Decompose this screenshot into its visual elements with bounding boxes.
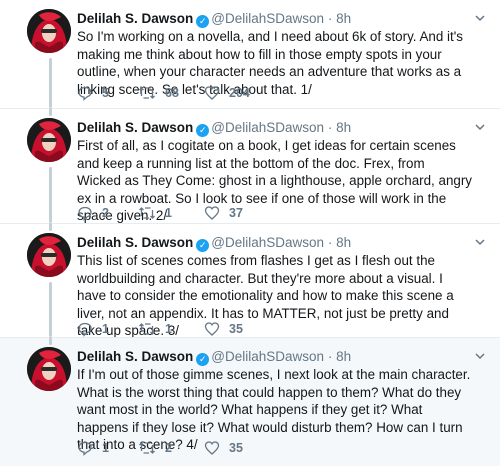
thread-connector-line <box>49 282 52 337</box>
thread-connector-line <box>49 167 52 223</box>
tweet-2[interactable]: Delilah S. Dawson ✓ @DelilahSDawson · 8h F… <box>0 108 500 224</box>
reply-icon <box>78 322 92 337</box>
retweet-button[interactable]: 1 <box>138 320 172 338</box>
reply-button[interactable]: 2 <box>77 204 109 222</box>
tweet-thread: Delilah S. Dawson ✓ @DelilahSDawson · 8h S… <box>0 0 500 466</box>
reply-icon <box>78 441 92 456</box>
avatar[interactable] <box>27 233 71 277</box>
timestamp[interactable]: 8h <box>336 11 351 26</box>
chevron-down-icon[interactable] <box>474 236 486 248</box>
heart-icon <box>204 441 220 455</box>
like-button[interactable]: 35 <box>204 320 243 338</box>
avatar[interactable] <box>27 118 71 162</box>
separator-dot: · <box>327 349 333 364</box>
tweet-text: If I'm out of those gimme scenes, I next… <box>77 367 471 453</box>
avatar-image <box>27 118 71 162</box>
tweet-header: Delilah S. Dawson ✓ @DelilahSDawson · 8h <box>77 10 470 28</box>
reply-icon <box>78 206 92 221</box>
reply-button[interactable]: 1 <box>77 320 109 338</box>
author-handle[interactable]: @DelilahSDawson <box>211 11 324 26</box>
tweet-3[interactable]: Delilah S. Dawson ✓ @DelilahSDawson · 8h T… <box>0 223 500 339</box>
author-name[interactable]: Delilah S. Dawson <box>77 349 193 364</box>
thread-connector-line <box>49 337 52 345</box>
thread-connector-line <box>49 108 52 116</box>
reply-count: 5 <box>102 86 109 100</box>
chevron-down-icon[interactable] <box>474 350 486 362</box>
author-handle[interactable]: @DelilahSDawson <box>211 235 324 250</box>
author-handle[interactable]: @DelilahSDawson <box>211 120 324 135</box>
like-count: 35 <box>229 441 243 455</box>
tweet-text: First of all, as I cogitate on a book, I… <box>77 138 472 224</box>
reply-count: 2 <box>102 206 109 220</box>
timestamp[interactable]: 8h <box>336 235 351 250</box>
author-name[interactable]: Delilah S. Dawson <box>77 11 193 26</box>
retweet-count: 1 <box>165 322 172 336</box>
like-count: 37 <box>229 206 243 220</box>
like-button[interactable]: 35 <box>204 439 243 457</box>
retweet-icon <box>139 87 155 99</box>
tweet-4[interactable]: Delilah S. Dawson ✓ @DelilahSDawson · 8h I… <box>0 337 500 466</box>
tweet-1[interactable]: Delilah S. Dawson ✓ @DelilahSDawson · 8h S… <box>0 0 500 108</box>
retweet-button[interactable]: 1 <box>138 204 172 222</box>
like-button[interactable]: 37 <box>204 204 243 222</box>
reply-button[interactable]: 1 <box>77 439 109 457</box>
avatar-image <box>27 233 71 277</box>
verified-badge-icon: ✓ <box>196 15 210 28</box>
like-count: 204 <box>229 86 250 100</box>
reply-icon <box>78 86 92 101</box>
chevron-down-icon[interactable] <box>474 121 486 133</box>
verified-badge-icon: ✓ <box>196 353 210 366</box>
author-name[interactable]: Delilah S. Dawson <box>77 120 193 135</box>
tweet-header: Delilah S. Dawson ✓ @DelilahSDawson · 8h <box>77 119 470 137</box>
separator-dot: · <box>327 120 333 135</box>
tweet-header: Delilah S. Dawson ✓ @DelilahSDawson · 8h <box>77 234 470 252</box>
retweet-icon <box>139 323 155 335</box>
tweet-header: Delilah S. Dawson ✓ @DelilahSDawson · 8h <box>77 348 470 366</box>
tweet-text: This list of scenes comes from flashes I… <box>77 253 454 339</box>
retweet-count: 68 <box>165 86 179 100</box>
author-handle[interactable]: @DelilahSDawson <box>211 349 324 364</box>
retweet-button[interactable]: 68 <box>138 84 179 102</box>
timestamp[interactable]: 8h <box>336 349 351 364</box>
chevron-down-icon[interactable] <box>474 12 486 24</box>
verified-badge-icon: ✓ <box>196 239 210 252</box>
author-name[interactable]: Delilah S. Dawson <box>77 235 193 250</box>
like-button[interactable]: 204 <box>204 84 250 102</box>
separator-dot: · <box>327 235 333 250</box>
thread-connector-line <box>49 58 52 108</box>
retweet-count: 2 <box>165 441 172 455</box>
verified-badge-icon: ✓ <box>196 124 210 137</box>
tweet-text: So I'm working on a novella, and I need … <box>77 29 463 97</box>
heart-icon <box>204 86 220 100</box>
separator-dot: · <box>327 11 333 26</box>
like-count: 35 <box>229 322 243 336</box>
avatar-image <box>27 9 71 53</box>
reply-count: 1 <box>102 322 109 336</box>
avatar[interactable] <box>27 347 71 391</box>
retweet-icon <box>139 207 155 219</box>
avatar[interactable] <box>27 9 71 53</box>
avatar-image <box>27 347 71 391</box>
retweet-icon <box>139 442 155 454</box>
retweet-count: 1 <box>165 206 172 220</box>
reply-button[interactable]: 5 <box>77 84 109 102</box>
timestamp[interactable]: 8h <box>336 120 351 135</box>
thread-connector-line <box>49 223 52 231</box>
retweet-button[interactable]: 2 <box>138 439 172 457</box>
reply-count: 1 <box>102 441 109 455</box>
heart-icon <box>204 322 220 336</box>
heart-icon <box>204 206 220 220</box>
